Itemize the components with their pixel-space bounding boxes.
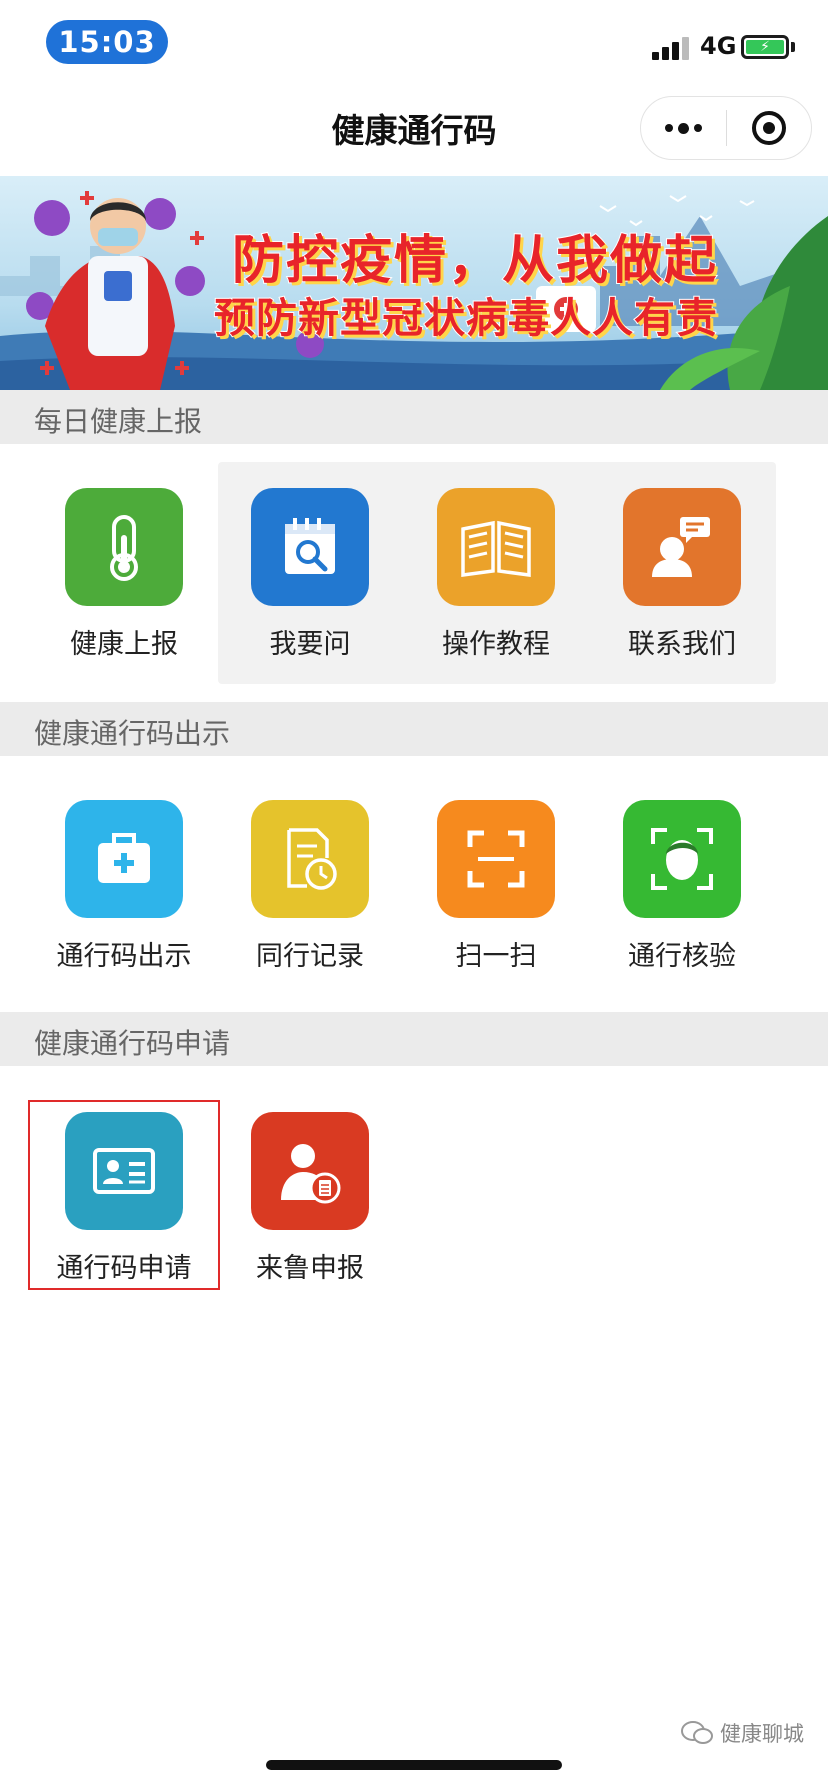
tile-contact-us[interactable]: 联系我们 bbox=[592, 488, 778, 688]
tile-ask-question[interactable]: 我要问 bbox=[220, 488, 406, 688]
calendar-search-icon bbox=[251, 488, 369, 606]
section-title: 健康通行码出示 bbox=[34, 717, 231, 750]
section-header-apply: 健康通行码申请 bbox=[0, 1012, 828, 1066]
section-title: 每日健康上报 bbox=[34, 405, 203, 438]
tile-show-pass-code[interactable]: 通行码出示 bbox=[34, 800, 220, 1000]
thermometer-icon bbox=[65, 488, 183, 606]
more-dots-icon[interactable] bbox=[641, 97, 726, 159]
tile-arrival-declaration[interactable]: 来鲁申报 bbox=[220, 1112, 406, 1312]
section-title: 健康通行码申请 bbox=[34, 1027, 231, 1060]
section-header-daily-report: 每日健康上报 bbox=[0, 390, 828, 444]
close-circle-icon[interactable] bbox=[727, 97, 811, 159]
signal-icon bbox=[652, 36, 692, 60]
tile-pass-verify[interactable]: 通行核验 bbox=[592, 800, 778, 1000]
charging-icon: ⚡ bbox=[760, 39, 770, 55]
section-header-show-pass: 健康通行码出示 bbox=[0, 702, 828, 756]
tile-label: 通行码申请 bbox=[56, 1253, 192, 1284]
tile-label: 扫一扫 bbox=[455, 941, 537, 972]
tile-label: 操作教程 bbox=[442, 629, 550, 660]
epidemic-banner[interactable]: 防控疫情，从我做起 预防新型冠状病毒人人有责 bbox=[0, 176, 828, 390]
tile-apply-pass-code[interactable]: 通行码申请 bbox=[34, 1112, 220, 1312]
watermark-text: 健康聊城 bbox=[720, 1722, 804, 1746]
person-document-icon bbox=[251, 1112, 369, 1230]
status-time: 15:03 bbox=[46, 20, 168, 64]
tile-label: 健康上报 bbox=[70, 629, 178, 660]
id-card-icon bbox=[65, 1112, 183, 1230]
tile-label: 通行码出示 bbox=[56, 941, 192, 972]
tile-travel-record[interactable]: 同行记录 bbox=[220, 800, 406, 1000]
tile-label: 通行核验 bbox=[628, 941, 736, 972]
home-indicator[interactable] bbox=[266, 1760, 562, 1770]
tile-tutorial[interactable]: 操作教程 bbox=[406, 488, 592, 688]
face-scan-icon bbox=[623, 800, 741, 918]
tile-health-report[interactable]: 健康上报 bbox=[34, 488, 220, 688]
miniprogram-capsule bbox=[640, 96, 812, 160]
banner-subheadline: 预防新型冠状病毒人人有责 bbox=[213, 293, 718, 343]
tile-label: 联系我们 bbox=[628, 629, 736, 660]
battery-icon: ⚡ bbox=[741, 35, 789, 59]
medical-kit-icon bbox=[65, 800, 183, 918]
battery-tip bbox=[791, 42, 795, 52]
banner-headline: 防控疫情，从我做起 bbox=[231, 230, 719, 292]
tile-label: 来鲁申报 bbox=[256, 1253, 364, 1284]
watermark: 健康聊城 bbox=[680, 1718, 804, 1748]
network-type: 4G bbox=[700, 32, 737, 60]
contact-person-icon bbox=[623, 488, 741, 606]
status-bar: 15:03 4G ⚡ bbox=[0, 0, 828, 86]
tile-label: 同行记录 bbox=[256, 941, 364, 972]
book-icon bbox=[437, 488, 555, 606]
scan-icon bbox=[437, 800, 555, 918]
tile-label: 我要问 bbox=[269, 629, 351, 660]
wechat-icon bbox=[681, 1721, 713, 1744]
tile-scan[interactable]: 扫一扫 bbox=[406, 800, 592, 1000]
document-clock-icon bbox=[251, 800, 369, 918]
